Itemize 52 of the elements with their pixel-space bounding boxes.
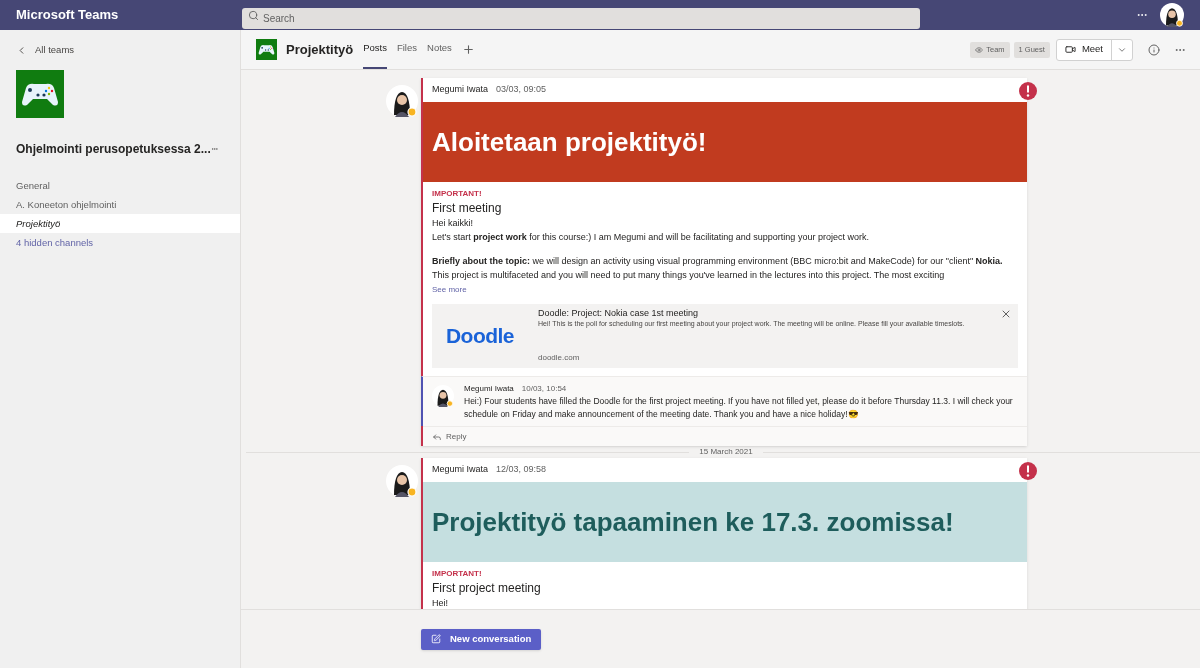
post-time: 10/03, 10:54 — [521, 383, 567, 395]
author-name: Megumi Iwata — [432, 83, 489, 97]
channel-item[interactable]: Projektityö — [0, 214, 240, 234]
meet-button[interactable]: Meet — [1055, 38, 1133, 61]
banner-title: Aloitetaan projektityö! — [432, 125, 707, 159]
add-tab-icon[interactable] — [461, 43, 475, 56]
channel-item[interactable]: General — [0, 176, 240, 196]
post-text: Hei! — [432, 597, 449, 609]
banner-title: Projektityö tapaaminen ke 17.3. zoomissa! — [432, 505, 954, 539]
post-subject: First meeting — [432, 200, 503, 216]
post-time: 12/03, 09:58 — [496, 463, 547, 477]
post-subject: First project meeting — [432, 580, 542, 596]
link-preview-card[interactable] — [432, 304, 1018, 368]
post-text: Hei kaikki! — [432, 217, 474, 230]
avatar-icon — [386, 465, 418, 497]
close-icon[interactable] — [1000, 308, 1012, 320]
gamepad-icon — [16, 70, 64, 119]
team-name: Ohjelmointi perusopetuksessa 2... — [16, 141, 211, 159]
reply-text: Hei:) Four students have filled the Doodle for the first project meeting. If you have not filled yet, please do it before Thursday 11.3. I will check your schedule on Friday and make announcement of the meeting date. Thank you and have a nice holiday!😎 — [464, 395, 1014, 421]
eye-icon — [975, 45, 984, 54]
compose-icon — [431, 634, 441, 644]
channel-title: Projektityö — [286, 40, 354, 59]
post-text: Let's start project work for this course:) I am Megumi and will be facilitating and supporting your project work. — [432, 231, 870, 244]
post-text: Briefly about the topic: we will design an activity using visual programming environment (BBC micro:bit and MakeCode) for our "client" Nokia. This project is multifaceted and you will need to put many things you've learned in the lectures into this project. The most exciting — [432, 255, 1004, 282]
avatar-icon — [1160, 3, 1184, 27]
preview-title: Doodle: Project: Nokia case 1st meeting — [538, 307, 700, 319]
search-field[interactable]: Search — [242, 7, 920, 29]
reply-button[interactable]: Reply — [432, 430, 467, 443]
video-icon — [1064, 44, 1076, 55]
hidden-channels-link[interactable]: 4 hidden channels — [0, 233, 240, 253]
search-icon — [248, 9, 259, 21]
avatar-icon — [386, 85, 418, 117]
channel-tab[interactable]: Posts — [363, 30, 387, 69]
channel-tab[interactable]: Notes — [427, 30, 452, 69]
important-label: IMPORTANT! — [432, 568, 483, 580]
reply-icon — [432, 431, 442, 442]
channel-tab[interactable]: Files — [396, 30, 417, 69]
date-divider: 15 March 2021 — [699, 446, 753, 458]
info-icon[interactable] — [1148, 43, 1160, 56]
post-time: 03/03, 09:05 — [496, 83, 547, 97]
preview-domain: doodle.com — [538, 352, 581, 364]
doodle-logo: Doodle — [446, 323, 514, 350]
gamepad-icon — [256, 39, 277, 60]
channel-item[interactable]: A. Koneeton ohjelmointi — [0, 195, 240, 215]
app-title: Microsoft Teams — [16, 6, 120, 25]
important-label: IMPORTANT! — [432, 188, 483, 200]
avatar-icon — [432, 385, 454, 407]
new-conversation-button[interactable]: New conversation — [421, 628, 542, 650]
all-teams-link[interactable]: All teams — [0, 43, 240, 58]
author-name: Megumi Iwata — [464, 383, 514, 395]
author-name: Megumi Iwata — [432, 463, 489, 477]
see-more-link[interactable]: See more — [432, 284, 467, 296]
